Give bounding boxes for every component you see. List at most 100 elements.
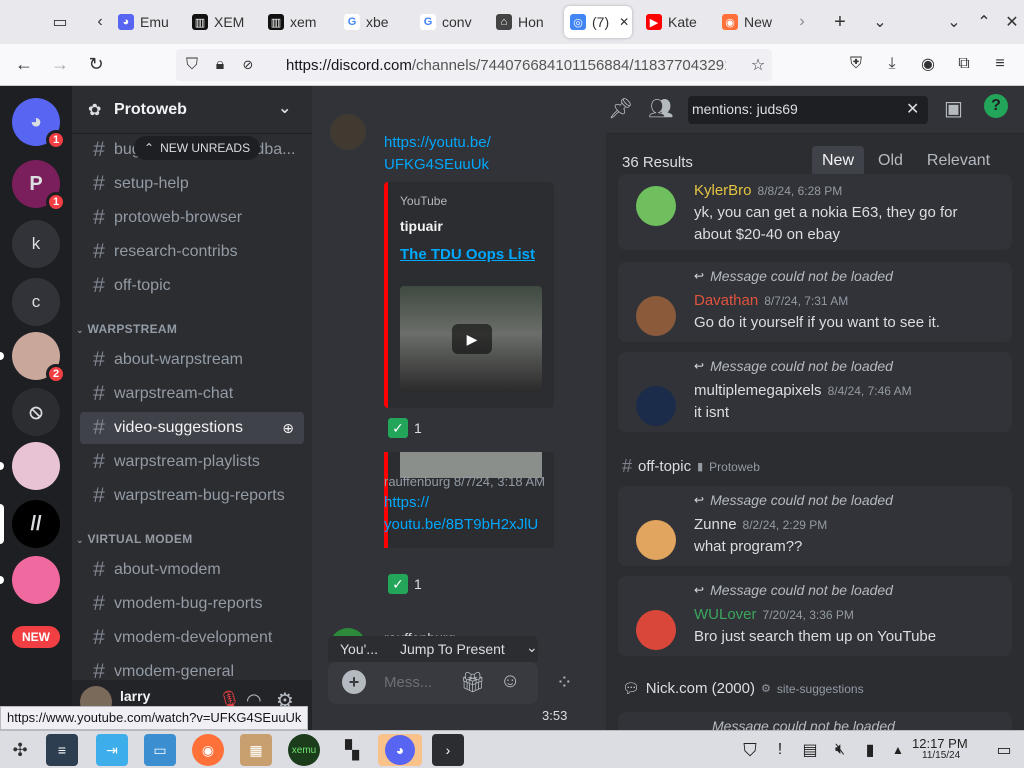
server-icon[interactable]: //: [12, 500, 60, 548]
forward-icon[interactable]: →: [48, 52, 72, 76]
video-thumbnail[interactable]: ▶: [400, 286, 542, 392]
result-card[interactable]: Message could not be loaded: [618, 712, 1012, 730]
user-avatar[interactable]: [636, 296, 676, 336]
browser-tab[interactable]: Gxbe: [338, 6, 408, 38]
browser-tab[interactable]: ▥ xem: [262, 6, 332, 38]
maximize-window-icon[interactable]: ⌃: [972, 10, 996, 34]
volume-muted-icon[interactable]: 🔇︎: [824, 734, 856, 766]
file-manager-icon[interactable]: ▭: [144, 734, 176, 766]
server-icon[interactable]: ⦸: [12, 388, 60, 436]
shield-icon[interactable]: ⛉: [180, 53, 204, 77]
sort-relevant-tab[interactable]: Relevant: [917, 146, 1000, 176]
url-text[interactable]: https://discord.com/channels/74407668410…: [286, 57, 726, 74]
server-icon[interactable]: [12, 442, 60, 490]
author-name[interactable]: KylerBro: [694, 182, 752, 199]
video-link-2[interactable]: https://: [384, 494, 429, 511]
add-attachment-icon[interactable]: +: [342, 670, 366, 694]
browser-tab[interactable]: ◕ Emu: [112, 6, 182, 38]
show-desktop-icon[interactable]: ▭: [988, 734, 1020, 766]
channel-about-vmodem[interactable]: # about-vmodem: [80, 554, 304, 586]
tray-expand-icon[interactable]: ▲: [882, 734, 914, 766]
server-icon[interactable]: 2: [12, 332, 66, 384]
new-tab-icon[interactable]: +: [828, 10, 852, 34]
browser-tab[interactable]: ◉ New: [716, 6, 786, 38]
list-tabs-icon[interactable]: ⌄: [868, 10, 892, 34]
sort-old-tab[interactable]: Old: [868, 146, 913, 176]
inbox-icon[interactable]: ▣: [944, 96, 963, 121]
channel-vmodem-bug-reports[interactable]: # vmodem-bug-reports: [80, 588, 304, 620]
xemu-icon[interactable]: xemu: [288, 734, 320, 766]
result-group-header[interactable]: 💬︎ Nick.com (2000) ⚙ site-suggestions: [622, 680, 864, 697]
channel-vmodem-development[interactable]: # vmodem-development: [80, 622, 304, 654]
server-header[interactable]: ✿ Protoweb ⌄: [72, 86, 312, 134]
channel-protoweb-browser[interactable]: # protoweb-browser: [80, 202, 304, 234]
camera-blocked-icon[interactable]: ⊘: [236, 53, 260, 77]
downloads-icon[interactable]: ⤓: [880, 52, 904, 76]
search-box[interactable]: mentions: juds69 ✕: [688, 96, 928, 124]
reply-reference[interactable]: ↩ Message could not be loaded: [694, 358, 893, 374]
user-avatar[interactable]: [636, 520, 676, 560]
channel-warpstream-bug-reports[interactable]: # warpstream-bug-reports: [80, 480, 304, 512]
shield-tray-icon[interactable]: ⛉: [734, 734, 766, 766]
extensions-icon[interactable]: ⧉: [952, 52, 976, 76]
channel-warpstream-playlists[interactable]: # warpstream-playlists: [80, 446, 304, 478]
pocket-icon[interactable]: ⛨: [844, 52, 868, 76]
clock-date[interactable]: 11/15/24: [922, 750, 960, 761]
windows-grid-icon[interactable]: ▚: [336, 734, 368, 766]
firefox-icon[interactable]: ◉: [192, 734, 224, 766]
user-avatar[interactable]: [636, 186, 676, 226]
tab-scroll-left-icon[interactable]: ‹: [88, 10, 112, 34]
tab-overview-icon[interactable]: ▭: [48, 10, 72, 34]
channel-off-topic[interactable]: # off-topic: [80, 270, 304, 302]
browser-tab[interactable]: ◎ (7) ✕: [564, 6, 632, 38]
result-group-header[interactable]: # off-topic ▮ Protoweb: [622, 456, 760, 477]
url-field[interactable]: ⛉ 🔒︎ ⊘ https://discord.com/channels/7440…: [176, 49, 772, 81]
search-input[interactable]: mentions: juds69: [692, 101, 798, 117]
reply-reference[interactable]: ↩ Message could not be loaded: [694, 582, 893, 598]
browser-tab[interactable]: ▶ Kate: [640, 6, 710, 38]
reply-reference[interactable]: ↩ Message could not be loaded: [694, 492, 893, 508]
author-name[interactable]: Davathan: [694, 292, 758, 309]
result-card[interactable]: ↩ Message could not be loaded Zunne 8/2/24,…: [618, 486, 1012, 566]
close-window-icon[interactable]: ✕: [1000, 10, 1024, 34]
author-name[interactable]: WULover: [694, 606, 757, 623]
channel-warpstream-chat[interactable]: # warpstream-chat: [80, 378, 304, 410]
clock-time[interactable]: 12:17 PM: [912, 736, 968, 751]
category-virtual-modem[interactable]: ⌄ VIRTUAL MODEM: [76, 532, 193, 546]
category-warpstream[interactable]: ⌄ WARPSTREAM: [76, 322, 177, 336]
tab-scroll-right-icon[interactable]: ›: [790, 10, 814, 34]
reaction-checkmark[interactable]: ✓ 1: [388, 574, 422, 594]
reload-icon[interactable]: ↻: [84, 52, 108, 76]
channel-video-suggestions[interactable]: # video-suggestions ⊕: [80, 412, 304, 444]
result-card[interactable]: ↩ Message could not be loaded Davathan 8/7/…: [618, 262, 1012, 342]
account-icon[interactable]: ◉: [916, 52, 940, 76]
channel-setup-help[interactable]: # setup-help: [80, 168, 304, 200]
result-card[interactable]: ↩ Message could not be loaded multiplemega…: [618, 352, 1012, 432]
clipboard-tray-icon[interactable]: ▤: [794, 734, 826, 766]
update-tray-icon[interactable]: !: [764, 734, 796, 766]
close-tab-icon[interactable]: ✕: [619, 15, 629, 29]
package-icon[interactable]: ▦: [240, 734, 272, 766]
browser-tab[interactable]: Gconv: [414, 6, 484, 38]
channel-about-warpstream[interactable]: # about-warpstream: [80, 344, 304, 376]
server-icon[interactable]: ◕ 1: [12, 98, 66, 150]
video-link-2-id[interactable]: youtu.be/8BT9bH2xJlU: [384, 516, 538, 533]
emoji-icon[interactable]: ☺: [500, 670, 520, 693]
browser-tab[interactable]: ⌂ Hon: [490, 6, 560, 38]
help-icon[interactable]: ?: [984, 94, 1008, 118]
minimize-window-icon[interactable]: ⌄: [942, 10, 966, 34]
new-unreads-pill[interactable]: ⌃ NEW UNREADS: [134, 136, 261, 160]
author-name[interactable]: Zunne: [694, 516, 737, 533]
message-avatar[interactable]: [330, 114, 366, 150]
system-settings-icon[interactable]: ≡: [46, 734, 78, 766]
server-icon[interactable]: c: [12, 278, 60, 326]
video-link-1-id[interactable]: UFKG4SEuuUk: [384, 156, 489, 173]
discord-task-icon[interactable]: ◕: [378, 734, 422, 766]
server-icon[interactable]: NEW: [12, 626, 60, 648]
result-card[interactable]: ↩ Message could not be loaded WULover 7/20/…: [618, 576, 1012, 656]
server-icon[interactable]: [12, 556, 60, 604]
play-icon[interactable]: ▶: [452, 324, 492, 354]
user-avatar[interactable]: [636, 386, 676, 426]
reply-reference[interactable]: ↩ Message could not be loaded: [694, 268, 893, 284]
video-link-1[interactable]: https://youtu.be/: [384, 134, 491, 151]
